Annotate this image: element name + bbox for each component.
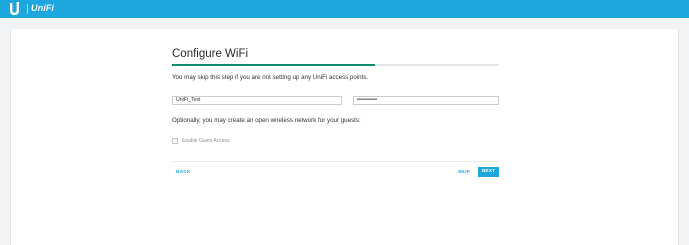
wizard-progress-fill — [172, 64, 375, 66]
logo-divider — [27, 4, 28, 14]
ssid-input[interactable]: UniFi_Test — [172, 96, 342, 105]
enable-guest-access-label[interactable]: Enable Guest Access — [182, 138, 230, 144]
wizard-panel — [10, 29, 679, 245]
step-description: You may skip this step if you are not se… — [172, 74, 369, 81]
back-button[interactable]: BACK — [176, 170, 191, 175]
top-bar: UniFi — [0, 0, 689, 18]
ubiquiti-logo-icon — [10, 2, 19, 15]
skip-button[interactable]: SKIP — [458, 170, 470, 175]
password-input[interactable]: •••••••••• — [353, 96, 499, 105]
footer-divider — [172, 161, 499, 162]
guest-network-description: Optionally, you may create an open wirel… — [172, 117, 361, 124]
wizard-progress — [172, 64, 499, 66]
page-title: Configure WiFi — [172, 48, 249, 60]
enable-guest-access-checkbox[interactable] — [172, 138, 178, 144]
next-button[interactable]: NEXT — [478, 167, 499, 177]
brand-name: UniFi — [31, 3, 54, 13]
